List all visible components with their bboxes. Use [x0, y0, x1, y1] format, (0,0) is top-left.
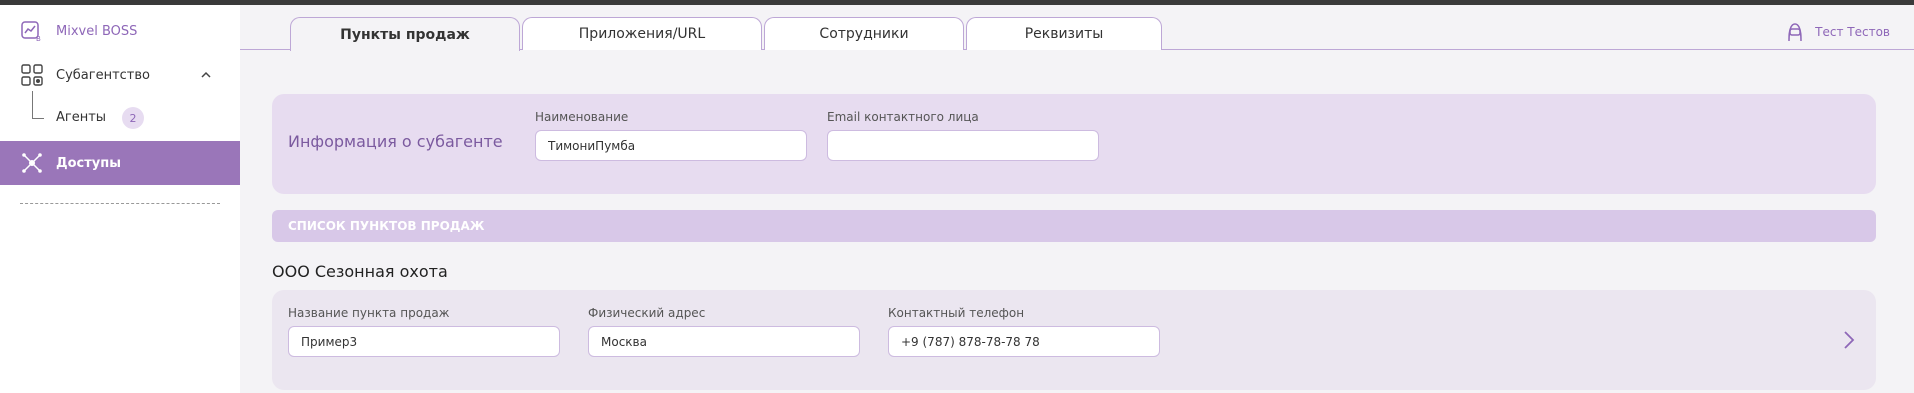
phone-label: Контактный телефон	[888, 306, 1025, 320]
company-name: ООО Сезонная охота	[272, 262, 448, 281]
chart-icon: B	[21, 21, 41, 42]
tab-applications-url[interactable]: Приложения/URL	[522, 17, 762, 50]
point-of-sale-card[interactable]: Название пункта продаж Физический адрес …	[272, 290, 1876, 390]
phone-input[interactable]	[888, 326, 1160, 357]
network-icon	[22, 153, 42, 173]
email-input[interactable]	[827, 130, 1099, 161]
app-logo[interactable]: B Mixvel BOSS	[20, 17, 137, 45]
name-label: Наименование	[535, 110, 629, 124]
section-title: Информация о субагенте	[288, 132, 503, 151]
name-input[interactable]	[535, 130, 807, 161]
sidebar-item-label: Доступы	[56, 155, 121, 171]
chevron-up-icon[interactable]	[200, 69, 212, 81]
pos-name-label: Название пункта продаж	[288, 306, 450, 320]
grid-icon	[21, 64, 43, 86]
app-name: Mixvel BOSS	[56, 23, 138, 39]
tree-line	[32, 91, 33, 119]
sidebar-item-label: Субагентство	[56, 67, 150, 83]
user-name: Тест Тестов	[1815, 25, 1890, 39]
chevron-right-icon[interactable]	[1842, 330, 1856, 350]
user-menu[interactable]: Тест Тестов	[1785, 21, 1890, 43]
tabs-bar: Пункты продаж Приложения/URL Сотрудники …	[240, 5, 1914, 51]
svg-text:B: B	[36, 35, 41, 42]
sidebar-item-access[interactable]: Доступы	[0, 141, 240, 185]
pos-list-header: СПИСОК ПУНКТОВ ПРОДАЖ	[272, 210, 1876, 242]
address-label: Физический адрес	[588, 306, 706, 320]
sidebar: B Mixvel BOSS Субагентство Агенты 2 Дост…	[0, 5, 240, 393]
email-label: Email контактного лица	[827, 110, 979, 124]
address-input[interactable]	[588, 326, 860, 357]
count-badge: 2	[122, 107, 144, 129]
tab-employees[interactable]: Сотрудники	[764, 17, 964, 50]
tab-requisites[interactable]: Реквизиты	[966, 17, 1162, 50]
sidebar-item-agents[interactable]: Агенты 2	[0, 91, 240, 141]
tree-line	[32, 118, 44, 119]
sidebar-item-label: Агенты	[56, 110, 107, 125]
sidebar-divider	[20, 203, 220, 204]
pos-name-input[interactable]	[288, 326, 560, 357]
subagent-info-card: Информация о субагенте Наименование Emai…	[272, 94, 1876, 194]
user-avatar-icon	[1788, 23, 1802, 42]
sidebar-item-subagency[interactable]: Субагентство	[0, 53, 240, 97]
tab-points-of-sale[interactable]: Пункты продаж	[290, 17, 520, 51]
